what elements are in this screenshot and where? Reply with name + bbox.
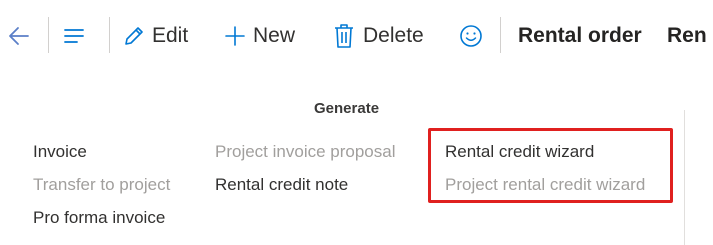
tab-next-partial[interactable]: Ren (667, 14, 707, 58)
pencil-icon (122, 24, 146, 48)
trash-icon (333, 23, 355, 49)
delete-label: Delete (363, 24, 424, 47)
tab-rental-order[interactable]: Rental order (518, 14, 642, 58)
toolbar-separator (109, 17, 110, 53)
menu-item-rental-credit-note[interactable]: Rental credit note (215, 174, 348, 196)
hamburger-menu-icon (62, 24, 86, 48)
plus-icon (223, 24, 247, 48)
smiley-icon (458, 23, 484, 49)
action-toolbar: Edit New Delete Rental order Ren (0, 0, 713, 72)
menu-item-transfer-to-project: Transfer to project (33, 175, 171, 194)
new-label: New (253, 24, 296, 47)
new-button[interactable]: New (223, 14, 295, 58)
panel-divider (684, 110, 685, 245)
menu-item-project-rental-credit-wizard: Project rental credit wizard (445, 175, 646, 194)
back-button[interactable] (6, 14, 40, 58)
menu-toggle-button[interactable] (62, 14, 96, 58)
edit-label: Edit (152, 24, 189, 47)
menu-item-pro-forma-invoice[interactable]: Pro forma invoice (33, 207, 165, 229)
app-window: Edit New Delete Rental order Ren Generat… (0, 0, 713, 245)
feedback-button[interactable] (458, 14, 490, 58)
tab-next-label: Ren (667, 24, 707, 47)
delete-button[interactable]: Delete (333, 14, 424, 58)
menu-item-invoice[interactable]: Invoice (33, 141, 87, 163)
edit-button[interactable]: Edit (122, 14, 188, 58)
toolbar-separator (500, 17, 501, 53)
tab-rental-order-label: Rental order (518, 24, 642, 47)
menu-item-rental-credit-wizard[interactable]: Rental credit wizard (445, 141, 594, 163)
menu-item-project-invoice-proposal: Project invoice proposal (215, 142, 396, 161)
back-arrow-icon (6, 23, 32, 49)
group-title-generate: Generate (314, 100, 380, 117)
toolbar-separator (48, 17, 49, 53)
